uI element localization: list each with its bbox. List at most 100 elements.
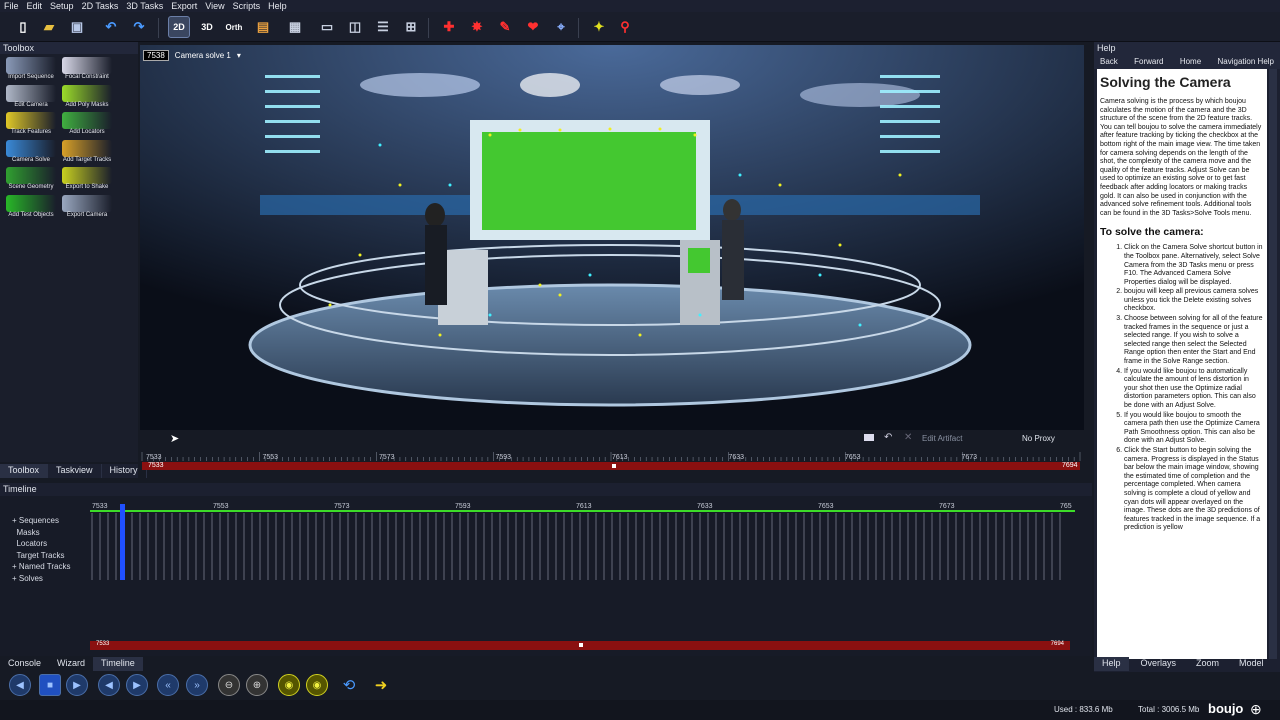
close-icon[interactable]: ✕ (904, 432, 912, 443)
tool-2-icon[interactable]: ✸ (466, 16, 488, 38)
tree-item-named-tracks[interactable]: + Named Tracks (12, 561, 92, 573)
tool-1-icon[interactable]: ✚ (438, 16, 460, 38)
tool-focal-constraint[interactable]: Focal Constraint (60, 57, 114, 84)
tool-add-poly-masks[interactable]: Add Poly Masks (60, 84, 114, 112)
tree-item-target-tracks[interactable]: Target Tracks (12, 550, 92, 562)
mark-out-icon[interactable]: ◉ (306, 674, 328, 696)
tab-toolbox[interactable]: Toolbox (0, 464, 49, 478)
view-3d-icon[interactable]: 3D (196, 16, 218, 38)
tool-edit-camera[interactable]: Edit Camera (4, 84, 58, 112)
edit-artifact-label[interactable]: Edit Artifact (922, 434, 962, 443)
tab-taskview[interactable]: Taskview (48, 464, 102, 478)
range-end: 7694 (1062, 462, 1078, 469)
rewind-icon[interactable]: « (157, 674, 179, 696)
help-forward-button[interactable]: Forward (1134, 57, 1163, 66)
new-icon[interactable]: ▯ (12, 16, 34, 38)
menu-edit[interactable]: Edit (27, 1, 43, 11)
tool-export-camera[interactable]: Export Camera (60, 194, 114, 222)
menu-view[interactable]: View (205, 1, 224, 11)
menu-help[interactable]: Help (268, 1, 287, 11)
redo-icon[interactable]: ↷ (128, 16, 150, 38)
step-forward-icon[interactable]: ▶ (126, 674, 148, 696)
fast-forward-icon[interactable]: » (186, 674, 208, 696)
tool-label: Edit Camera (14, 101, 48, 108)
proxy-label[interactable]: No Proxy (1022, 434, 1055, 443)
ping-pong-icon[interactable]: ➜ (370, 674, 392, 696)
tab-model[interactable]: Model (1231, 657, 1272, 671)
tool-icon (6, 167, 56, 184)
tool-5-icon[interactable]: ⌖ (550, 16, 572, 38)
play-icon[interactable]: ▶ (66, 674, 88, 696)
view-orth-icon[interactable]: Orth (223, 16, 245, 38)
help-navigation-button[interactable]: Navigation Help (1218, 57, 1274, 66)
tool-4-icon[interactable]: ❤ (522, 16, 544, 38)
key-forward-icon[interactable]: ⊕ (246, 674, 268, 696)
step-back-icon[interactable]: ◀ (98, 674, 120, 696)
timeline-range-bar[interactable]: 7533 7694 (90, 641, 1070, 650)
menu-3d-tasks[interactable]: 3D Tasks (126, 1, 163, 11)
tool-3-icon[interactable]: ✎ (494, 16, 516, 38)
menu-setup[interactable]: Setup (50, 1, 74, 11)
menu-file[interactable]: File (4, 1, 19, 11)
image-view-icon[interactable]: ▤ (252, 16, 274, 38)
range-handle[interactable] (612, 464, 616, 468)
undo-small-icon[interactable]: ↶ (884, 432, 892, 443)
playhead[interactable] (120, 504, 125, 580)
tool-track-features[interactable]: Track Features (4, 112, 58, 139)
tree-item-locators[interactable]: Locators (12, 538, 92, 550)
tool-import-sequence[interactable]: Import Sequence (4, 57, 58, 84)
help-scrollbar[interactable] (1269, 69, 1277, 659)
tree-item-masks[interactable]: Masks (12, 527, 92, 539)
tool-add-locators[interactable]: Add Locators (60, 112, 114, 139)
help-content[interactable]: Solving the Camera Camera solving is the… (1097, 69, 1267, 659)
tab-wizard[interactable]: Wizard (49, 657, 93, 671)
tab-overlays[interactable]: Overlays (1133, 657, 1185, 671)
tab-timeline[interactable]: Timeline (93, 657, 143, 671)
tree-item-solves[interactable]: + Solves (12, 573, 92, 585)
tab-help[interactable]: Help (1094, 657, 1129, 671)
camera-select[interactable]: Camera solve 1 (175, 51, 231, 60)
minimize-icon[interactable] (864, 434, 874, 441)
split-view-3-icon[interactable]: ☰ (372, 16, 394, 38)
range-bar[interactable] (142, 462, 1080, 470)
go-to-start-icon[interactable]: ◀ (9, 674, 31, 696)
tab-zoom[interactable]: Zoom (1188, 657, 1227, 671)
stop-icon[interactable]: ■ (39, 674, 61, 696)
viewport-frame-ruler[interactable]: 7533 7553 7573 7593 7613 7633 7653 7673 (140, 450, 1084, 472)
menu-scripts[interactable]: Scripts (233, 1, 261, 11)
image-viewport[interactable] (140, 45, 1084, 430)
timeline-tree: + Sequences Masks Locators Target Tracks… (12, 515, 92, 584)
save-icon[interactable]: ▣ (66, 16, 88, 38)
tab-console[interactable]: Console (0, 657, 49, 671)
mark-in-icon[interactable]: ◉ (278, 674, 300, 696)
tool-6-icon[interactable]: ✦ (588, 16, 610, 38)
menu-2d-tasks[interactable]: 2D Tasks (82, 1, 119, 11)
tool-7-icon[interactable]: ⚲ (614, 16, 636, 38)
tool-camera-solve[interactable]: Camera Solve (4, 139, 58, 167)
split-view-2-icon[interactable]: ◫ (344, 16, 366, 38)
view-2d-icon[interactable]: 2D (168, 16, 190, 38)
key-back-icon[interactable]: ⊖ (218, 674, 240, 696)
grid-icon[interactable]: ▦ (284, 16, 306, 38)
tool-add-target-tracks[interactable]: Add Target Tracks (60, 139, 114, 167)
tool-scene-geometry[interactable]: Scene Geometry (4, 167, 58, 194)
tree-item-sequences[interactable]: + Sequences (12, 515, 92, 527)
tool-export-to-shake[interactable]: Export to Shake (60, 167, 114, 194)
tool-icon (62, 84, 112, 102)
timeline-tick-label: 765 (1060, 503, 1072, 510)
undo-icon[interactable]: ↶ (100, 16, 122, 38)
chevron-down-icon[interactable]: ▾ (237, 51, 241, 60)
timeline-tracks[interactable]: 7533 7553 7573 7593 7613 7633 7653 7673 765 (90, 500, 1075, 590)
help-back-button[interactable]: Back (1100, 57, 1118, 66)
split-view-1-icon[interactable]: ▭ (316, 16, 338, 38)
tool-icon (62, 167, 112, 184)
loop-icon[interactable]: ⟲ (338, 674, 360, 696)
timeline-range-handle[interactable] (579, 643, 583, 647)
menu-export[interactable]: Export (171, 1, 197, 11)
timeline-tick-label: 7593 (455, 503, 471, 510)
ruler-tick-label: 7533 (146, 454, 162, 461)
split-view-4-icon[interactable]: ⊞ (400, 16, 422, 38)
tool-add-test-objects[interactable]: Add Test Objects (4, 194, 58, 222)
open-icon[interactable]: ▰ (38, 16, 60, 38)
help-home-button[interactable]: Home (1180, 57, 1201, 66)
